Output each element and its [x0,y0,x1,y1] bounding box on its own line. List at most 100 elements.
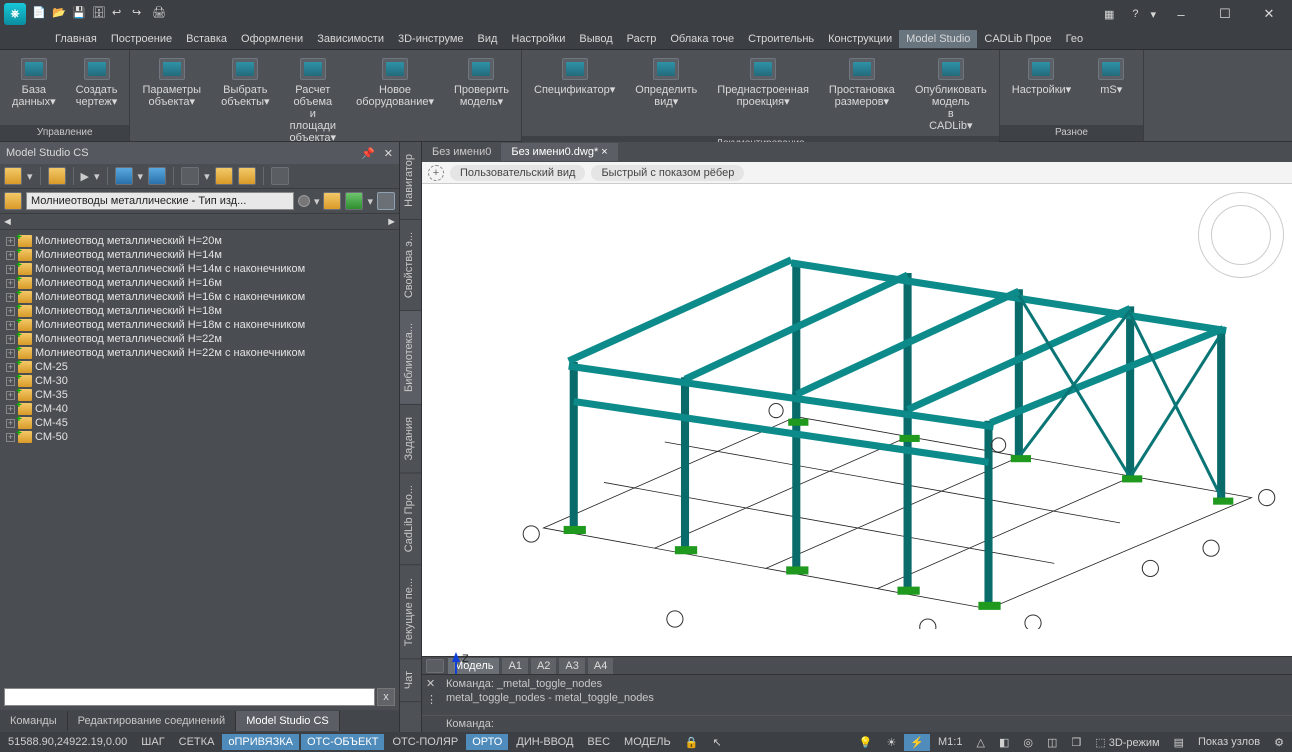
help-dropdown[interactable]: ? [1126,8,1144,20]
status-toggle-модель[interactable]: МОДЕЛЬ [618,734,677,750]
box-icon[interactable]: ◧ [993,734,1015,751]
tree-item[interactable]: +Молниеотвод металлический H=22м [2,332,397,346]
menu-настройки[interactable]: Настройки [504,30,572,48]
expand-icon[interactable]: + [6,307,15,316]
menu-оформлени[interactable]: Оформлени [234,30,310,48]
expand-icon[interactable]: + [6,433,15,442]
search-input[interactable] [4,688,375,706]
panel-pin-icon[interactable]: 📌 [361,148,375,160]
status-toggle-отс-объект[interactable]: ОТС-ОБЪЕКТ [301,734,384,750]
cube-icon[interactable]: ❒ [1065,734,1087,751]
window-maximize[interactable]: ☐ [1206,0,1244,28]
panel-tab[interactable]: Model Studio CS [236,711,340,731]
side-tab[interactable]: Чат [400,659,421,702]
status-3d[interactable]: ⬚ 3D-режим [1089,734,1165,751]
cmd-close-icon[interactable]: ✕ [426,677,435,690]
tree-item[interactable]: +Молниеотвод металлический H=22м с након… [2,346,397,360]
panel-close-icon[interactable]: ✕ [384,148,393,160]
window-minimize[interactable]: – [1162,0,1200,28]
side-tab[interactable]: Библиотека... [400,311,421,405]
side-tab[interactable]: Свойства э... [400,220,421,311]
category-input[interactable] [26,192,294,210]
panel-tab[interactable]: Редактирование соединений [68,711,237,731]
expand-icon[interactable]: + [6,335,15,344]
view-chip-mode[interactable]: Быстрый с показом рёбер [591,165,744,181]
menu-зависимости[interactable]: Зависимости [310,30,391,48]
open-folder-icon[interactable] [4,167,22,185]
tree-item[interactable]: +Молниеотвод металлический H=14м с након… [2,262,397,276]
menu-вставка[interactable]: Вставка [179,30,234,48]
tree-item[interactable]: +Молниеотвод металлический H=16м [2,276,397,290]
new-icon[interactable]: 📄 [32,6,48,22]
expand-icon[interactable]: + [6,405,15,414]
menu-вывод[interactable]: Вывод [572,30,619,48]
list2-icon[interactable] [148,167,166,185]
tree-item[interactable]: +Молниеотвод металлический H=18м [2,304,397,318]
wizard-icon[interactable] [215,167,233,185]
side-tab[interactable]: Текущие пе... [400,566,421,659]
reload-icon[interactable] [271,167,289,185]
grid-icon[interactable]: ◫ [1041,734,1063,751]
drawing-canvas[interactable]: Z X [422,184,1292,656]
tree-item[interactable]: +СМ-25 [2,360,397,374]
status-toggle-орто[interactable]: ОРТО [466,734,508,750]
ribbon-создать-чертеж-[interactable]: Создатьчертеж▾ [70,54,124,125]
ribbon-параметры-объекта-[interactable]: Параметрыобъекта▾ [136,54,207,148]
expand-icon[interactable]: + [6,265,15,274]
panels-icon[interactable]: ▦ [1098,8,1120,21]
sheet-tab[interactable]: А3 [559,658,584,674]
expand-icon[interactable]: + [6,279,15,288]
menu-главная[interactable]: Главная [48,30,104,48]
ribbon-выбрать-объекты-[interactable]: Выбратьобъекты▾ [215,54,275,148]
command-prompt[interactable]: Команда: [422,715,1292,732]
scroll-right-icon[interactable]: ► [386,216,397,228]
side-tab[interactable]: CadLib Про... [400,473,421,565]
ribbon-опубликовать-модель-в-cadlib-[interactable]: ОпубликоватьмодельвCADLib▾ [909,54,993,136]
tree-item[interactable]: +СМ-40 [2,402,397,416]
panel-scroll-bar[interactable]: ◄ ► [0,214,399,230]
ribbon-база-данных-[interactable]: Базаданных▾ [6,54,62,125]
menu-строительнь[interactable]: Строительнь [741,30,821,48]
expand-icon[interactable]: + [6,321,15,330]
ribbon-простановка-размеров-[interactable]: Простановкаразмеров▾ [823,54,901,136]
status-toggle-опривязка[interactable]: оПРИВЯЗКА [222,734,299,750]
document-tab[interactable]: Без имени0 [422,143,501,161]
bulb-icon[interactable]: 💡 [853,734,879,751]
ribbon-настройки-[interactable]: Настройки▾ [1006,54,1077,125]
status-toggle-дин-ввод[interactable]: ДИН-ВВОД [510,734,579,750]
scroll-left-icon[interactable]: ◄ [2,216,13,228]
layers-icon[interactable]: ▤ [1168,734,1190,751]
dropdown-arrow-icon[interactable]: ▾ [1150,8,1156,21]
triangle-icon[interactable]: △ [970,734,990,751]
menu-3d-инструме[interactable]: 3D-инструме [391,30,471,48]
folder-icon[interactable] [4,192,22,210]
redo-icon[interactable]: ↪ [132,6,148,22]
list-icon[interactable] [115,167,133,185]
ribbon-ms-[interactable]: mS▾ [1085,54,1137,125]
expand-icon[interactable]: + [6,391,15,400]
menu-cadlib-прое[interactable]: CADLib Прое [977,30,1058,48]
tree-item[interactable]: +Молниеотвод металлический H=18м с након… [2,318,397,332]
panel-tab[interactable]: Команды [0,711,68,731]
status-toggle-вес[interactable]: ВЕС [581,734,616,750]
ribbon-преднастроенная-проекция-[interactable]: Преднастроеннаяпроекция▾ [711,54,815,136]
dot-icon[interactable] [298,195,310,207]
tree-view[interactable]: +Молниеотвод металлический H=20м+Молниео… [0,230,399,684]
search-lock-icon[interactable] [377,192,395,210]
refresh-icon[interactable] [345,192,363,210]
status-nodes[interactable]: Показ узлов [1192,734,1266,750]
ribbon-проверить-модель-[interactable]: Проверитьмодель▾ [448,54,515,148]
expand-icon[interactable]: + [6,251,15,260]
menu-построение[interactable]: Построение [104,30,179,48]
add-view-button[interactable]: + [428,165,444,181]
ribbon-спецификатор-[interactable]: Спецификатор▾ [528,54,621,136]
lock-icon[interactable]: 🔒 [679,734,705,751]
sun-icon[interactable]: ☀ [880,734,902,751]
expand-icon[interactable]: + [6,293,15,302]
view-chip-user[interactable]: Пользовательский вид [450,165,585,181]
tree-item[interactable]: +СМ-30 [2,374,397,388]
menu-model-studio[interactable]: Model Studio [899,30,977,48]
document-tab[interactable]: Без имени0.dwg* × [501,143,617,161]
sheet-tab[interactable]: А4 [588,658,613,674]
tree-item[interactable]: +Молниеотвод металлический H=16м с након… [2,290,397,304]
